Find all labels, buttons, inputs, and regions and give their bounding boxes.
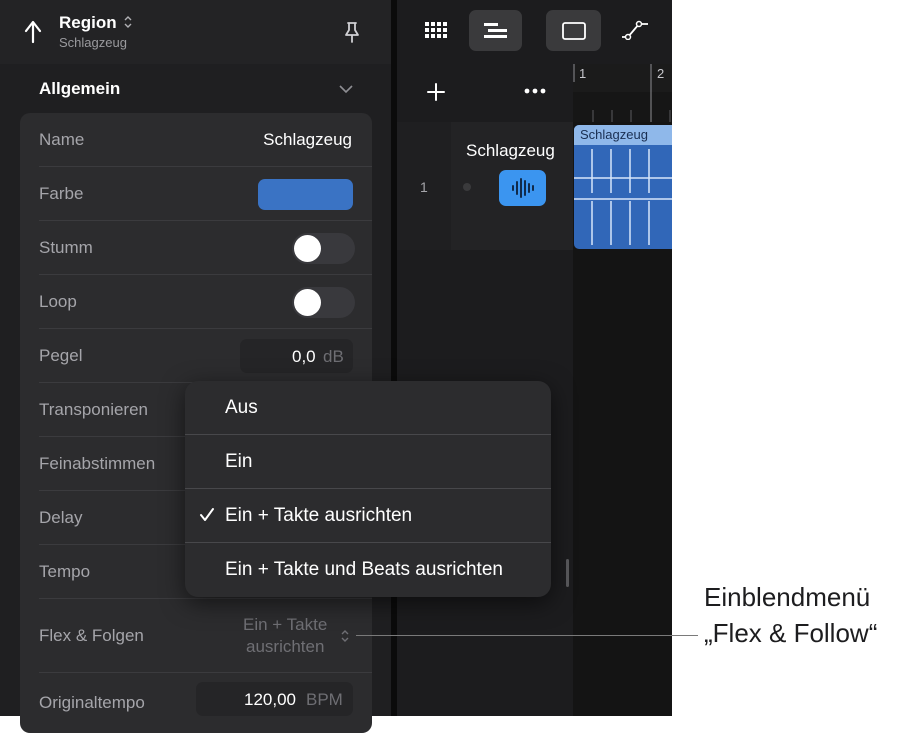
tracks-view-icon xyxy=(484,23,507,38)
flex-follow-popup-menu: Aus Ein Ein + Takte ausrichten Ein + Tak… xyxy=(185,381,551,597)
color-swatch[interactable] xyxy=(258,179,353,210)
inspector-subtitle: Schlagzeug xyxy=(59,35,127,50)
row-label: Name xyxy=(39,130,85,149)
waveform-icon xyxy=(512,178,534,198)
toggle-knob xyxy=(294,289,321,316)
original-tempo-unit: BPM xyxy=(306,690,343,709)
original-tempo-field[interactable]: 120,00 BPM xyxy=(196,682,353,716)
name-value[interactable]: Schlagzeug xyxy=(263,130,352,150)
row-mute: Stumm xyxy=(20,221,372,275)
row-label: Loop xyxy=(39,292,77,311)
tracks-toolbar xyxy=(397,0,672,64)
ruler-bar-number: 2 xyxy=(657,66,665,81)
grid-icon xyxy=(425,22,447,38)
callout-text: Einblendmenü xyxy=(704,582,871,612)
row-loop: Loop xyxy=(20,275,372,329)
drum-pattern xyxy=(574,149,672,245)
menu-item-off[interactable]: Aus xyxy=(185,381,551,435)
mute-toggle[interactable] xyxy=(292,233,355,264)
track-header-toolbar xyxy=(397,64,573,122)
drummer-track-icon[interactable] xyxy=(499,170,546,206)
menu-item-label: Aus xyxy=(225,397,258,418)
grid-view-button[interactable] xyxy=(407,10,463,51)
scrollbar[interactable] xyxy=(566,559,569,587)
flex-follow-value[interactable]: Ein + Takte xyxy=(243,615,327,635)
back-arrow-icon[interactable] xyxy=(22,18,44,44)
automation-curve-icon xyxy=(622,20,648,40)
row-label: Transponieren xyxy=(39,400,148,419)
updown-chevron-icon[interactable] xyxy=(123,14,133,30)
row-label: Originaltempo xyxy=(39,693,145,712)
track-activity-dot xyxy=(463,183,471,191)
row-name[interactable]: Name Schlagzeug xyxy=(20,113,372,167)
row-label: Farbe xyxy=(39,184,84,203)
row-gain: Pegel 0,0 dB xyxy=(20,329,372,383)
row-label: Pegel xyxy=(39,346,83,365)
menu-item-label: Ein xyxy=(225,451,253,472)
inspector-toggle-button[interactable] xyxy=(546,10,601,51)
original-tempo-value: 120,00 xyxy=(244,690,296,709)
more-options-icon[interactable] xyxy=(524,88,546,94)
menu-item-label: Ein + Takte und Beats ausrichten xyxy=(225,559,503,580)
updown-chevron-icon[interactable] xyxy=(340,628,350,644)
gain-unit: dB xyxy=(323,347,344,366)
row-label: Stumm xyxy=(39,238,93,257)
gain-value: 0,0 xyxy=(292,347,316,366)
section-title-general[interactable]: Allgemein xyxy=(39,79,120,99)
row-original-tempo: Originaltempo 120,00 BPM xyxy=(20,673,372,727)
flex-follow-value[interactable]: ausrichten xyxy=(246,637,324,657)
callout-line xyxy=(356,635,698,636)
row-label: Feinabstimmen xyxy=(39,454,156,473)
row-flex-follow[interactable]: Flex & Folgen xyxy=(20,599,372,673)
region-name: Schlagzeug xyxy=(580,127,648,142)
add-track-icon[interactable] xyxy=(427,83,445,101)
checkmark-icon xyxy=(200,508,214,521)
track-number: 1 xyxy=(420,179,428,195)
ruler-bar-number: 1 xyxy=(579,66,587,81)
menu-item-label: Ein + Takte ausrichten xyxy=(225,505,413,526)
gain-field[interactable]: 0,0 dB xyxy=(240,339,353,373)
inspector-panel-icon xyxy=(562,22,586,40)
row-label: Flex & Folgen xyxy=(39,626,144,645)
menu-item-on-snap-bars-beats[interactable]: Ein + Takte und Beats ausrichten xyxy=(185,543,551,597)
callout-text: „Flex & Follow“ xyxy=(704,618,878,648)
menu-item-on-snap-bars[interactable]: Ein + Takte ausrichten xyxy=(185,489,551,543)
timeline-ruler[interactable]: 1 2 xyxy=(573,64,672,122)
automation-button[interactable] xyxy=(607,10,662,51)
row-color: Farbe xyxy=(20,167,372,221)
track-name[interactable]: Schlagzeug xyxy=(466,141,555,161)
loop-toggle[interactable] xyxy=(292,287,355,318)
row-label: Delay xyxy=(39,508,83,527)
inspector-title[interactable]: Region xyxy=(59,13,117,33)
menu-item-on[interactable]: Ein xyxy=(185,435,551,489)
tracks-view-button[interactable] xyxy=(469,10,522,51)
pin-icon[interactable] xyxy=(342,20,362,44)
toggle-knob xyxy=(294,235,321,262)
chevron-down-icon[interactable] xyxy=(338,84,354,94)
row-label: Tempo xyxy=(39,562,91,581)
